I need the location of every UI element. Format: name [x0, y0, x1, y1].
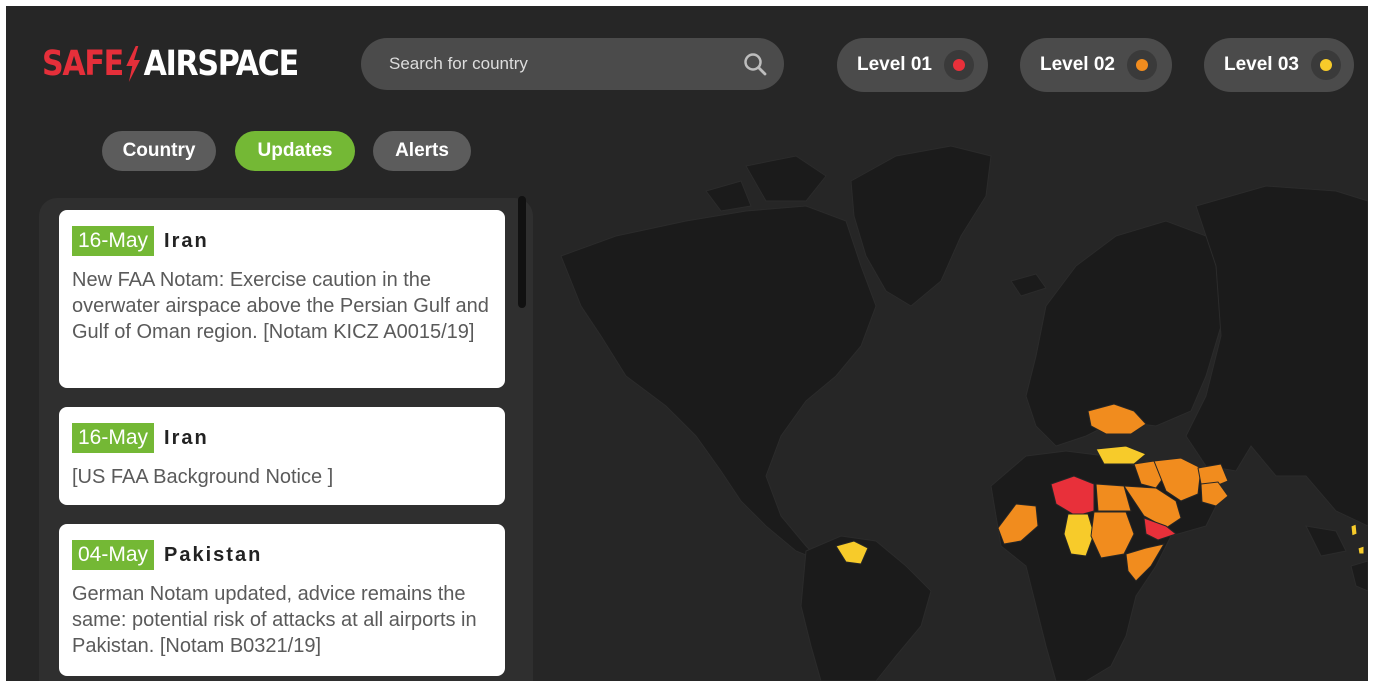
- level-02-label: Level 02: [1040, 54, 1115, 75]
- tab-country[interactable]: Country: [102, 131, 216, 171]
- level-01-indicator: [944, 50, 974, 80]
- update-card[interactable]: 04-May Pakistan German Notam updated, ad…: [59, 524, 505, 676]
- update-card[interactable]: 16-May Iran [US FAA Background Notice ]: [59, 407, 505, 505]
- level-02-indicator: [1127, 50, 1157, 80]
- map-north-america: [560, 205, 877, 562]
- safeairspace-logo[interactable]: SAFE AIRSPACE: [42, 42, 300, 86]
- map-greenland: [850, 145, 992, 307]
- level-01-filter[interactable]: Level 01: [837, 38, 988, 92]
- orange-dot-icon: [1136, 59, 1148, 71]
- update-date-badge: 16-May: [72, 226, 155, 256]
- update-card[interactable]: 16-May Iran New FAA Notam: Exercise caut…: [59, 210, 505, 388]
- map-philippines: [1350, 523, 1358, 537]
- update-text: New FAA Notam: Exercise caution in the o…: [72, 269, 489, 343]
- search-input[interactable]: [387, 53, 742, 75]
- map-iceland: [1010, 273, 1047, 297]
- app-window: SAFE AIRSPACE Level 01 Level 02 Level 03…: [6, 6, 1368, 681]
- level-03-indicator: [1311, 50, 1341, 80]
- red-dot-icon: [953, 59, 965, 71]
- updates-scrollbar[interactable]: [518, 196, 526, 308]
- update-card-header: 16-May Iran: [72, 423, 492, 453]
- update-text: German Notam updated, advice remains the…: [72, 583, 477, 657]
- tab-updates[interactable]: Updates: [235, 131, 355, 171]
- update-text: [US FAA Background Notice ]: [72, 466, 334, 488]
- update-card-header: 04-May Pakistan: [72, 540, 492, 570]
- map-pakistan: [1200, 481, 1229, 507]
- yellow-dot-icon: [1320, 59, 1332, 71]
- map-arctic-islands: [745, 155, 827, 202]
- level-03-filter[interactable]: Level 03: [1204, 38, 1354, 92]
- map-turkey: [1095, 445, 1147, 465]
- level-01-label: Level 01: [857, 54, 932, 75]
- logo-safe-text: SAFE: [42, 44, 124, 84]
- search-icon[interactable]: [742, 51, 768, 77]
- level-03-label: Level 03: [1224, 54, 1299, 75]
- country-search-bar: [361, 38, 784, 90]
- update-country: Iran: [164, 426, 209, 449]
- update-date-badge: 16-May: [72, 423, 155, 453]
- update-card-header: 16-May Iran: [72, 226, 492, 256]
- map-south-america: [800, 535, 932, 681]
- logo-airspace-text: AIRSPACE: [143, 44, 300, 84]
- update-country: Iran: [164, 229, 209, 252]
- update-country: Pakistan: [164, 543, 263, 566]
- level-02-filter[interactable]: Level 02: [1020, 38, 1172, 92]
- lightning-bolt-icon: [126, 46, 141, 82]
- update-date-badge: 04-May: [72, 540, 155, 570]
- tab-alerts[interactable]: Alerts: [373, 131, 471, 171]
